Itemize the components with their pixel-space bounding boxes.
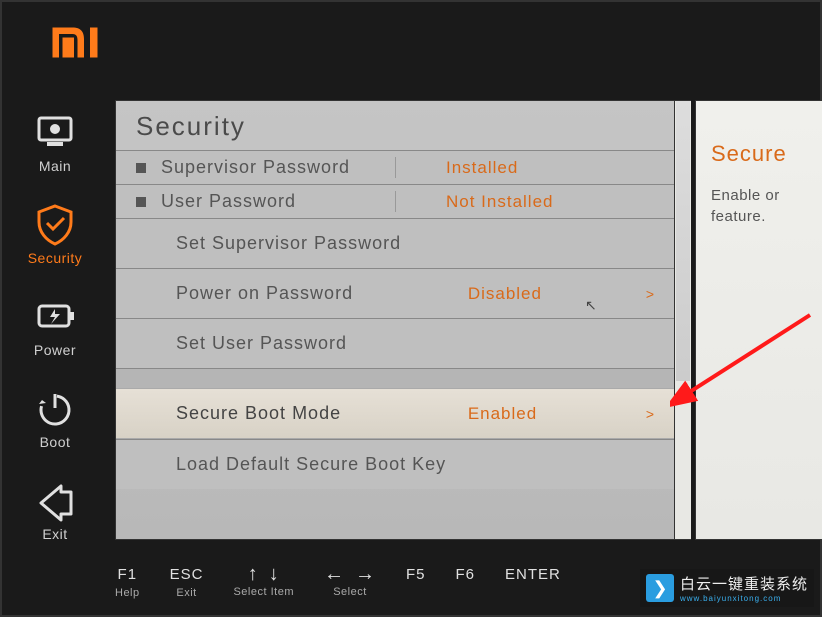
chevron-right-icon: > [646, 286, 654, 302]
help-title: Secure [711, 141, 809, 167]
arrow-down-icon: ↓ [269, 566, 280, 582]
battery-icon [33, 294, 77, 338]
sidebar-label-main: Main [39, 158, 71, 174]
hint-help: F1 Help [115, 566, 140, 599]
help-body: Enable or feature. [711, 185, 809, 227]
mi-logo [50, 25, 100, 60]
sidebar-label-power: Power [34, 342, 76, 358]
sidebar-item-power[interactable]: Power [33, 294, 77, 358]
hint-select: ←→ Select [324, 566, 376, 598]
page-title: Security [116, 101, 674, 150]
watermark-bird-icon: ❯ [646, 574, 674, 602]
arrow-right-icon: → [355, 566, 376, 582]
hint-enter: ENTER [505, 566, 561, 587]
scrollbar-thumb[interactable] [676, 101, 690, 381]
value-secure-boot-mode: Enabled [468, 404, 618, 424]
row-power-on-password[interactable]: Power on Password Disabled > [116, 268, 674, 318]
row-load-default-secure-boot-key[interactable]: Load Default Secure Boot Key [116, 439, 674, 489]
hint-select-item: ↑↓ Select Item [233, 566, 294, 598]
hint-exit: ESC Exit [170, 566, 204, 599]
monitor-icon [33, 110, 77, 154]
value-supervisor-password: Installed [446, 158, 596, 178]
value-user-password: Not Installed [446, 192, 596, 212]
watermark-text: 白云一键重装系统 [680, 573, 808, 594]
bullet-icon [136, 197, 146, 207]
sidebar-label-boot: Boot [40, 434, 71, 450]
value-power-on-password: Disabled [468, 284, 618, 304]
sidebar-label-security: Security [28, 250, 83, 266]
sidebar-item-exit[interactable]: Exit [33, 478, 77, 542]
exit-icon [33, 478, 77, 522]
label-supervisor-password: Supervisor Password [161, 157, 385, 178]
help-panel: Secure Enable or feature. [695, 100, 822, 540]
settings-list: Supervisor Password Installed User Passw… [116, 150, 674, 489]
sidebar-item-boot[interactable]: Boot [33, 386, 77, 450]
label-set-user-password: Set User Password [176, 333, 654, 354]
label-secure-boot-mode: Secure Boot Mode [176, 403, 468, 424]
scrollbar[interactable] [675, 100, 691, 540]
watermark-url: www.baiyunxitong.com [680, 594, 808, 603]
row-supervisor-password-status: Supervisor Password Installed [116, 150, 674, 184]
power-cycle-icon [33, 386, 77, 430]
bios-sidebar: Main Security Power Boot Exit [5, 110, 105, 570]
row-user-password-status: User Password Not Installed [116, 184, 674, 218]
settings-panel: Security Supervisor Password Installed U… [115, 100, 675, 540]
shield-icon [33, 202, 77, 246]
row-set-user-password[interactable]: Set User Password [116, 318, 674, 368]
label-set-supervisor-password: Set Supervisor Password [176, 233, 654, 254]
row-secure-boot-mode[interactable]: Secure Boot Mode Enabled > [116, 388, 674, 439]
chevron-right-icon: > [646, 406, 654, 422]
watermark: ❯ 白云一键重装系统 www.baiyunxitong.com [640, 569, 814, 607]
sidebar-label-exit: Exit [42, 526, 67, 542]
arrow-left-icon: ← [324, 566, 345, 582]
sidebar-item-main[interactable]: Main [33, 110, 77, 174]
sidebar-item-security[interactable]: Security [28, 202, 83, 266]
label-user-password: User Password [161, 191, 385, 212]
arrow-up-icon: ↑ [248, 566, 259, 582]
bullet-icon [136, 163, 146, 173]
label-load-default-sbk: Load Default Secure Boot Key [176, 454, 654, 475]
hint-f6: F6 [456, 566, 476, 587]
row-set-supervisor-password[interactable]: Set Supervisor Password [116, 218, 674, 268]
hint-f5: F5 [406, 566, 426, 587]
row-spacer [116, 368, 674, 388]
label-power-on-password: Power on Password [176, 283, 468, 304]
